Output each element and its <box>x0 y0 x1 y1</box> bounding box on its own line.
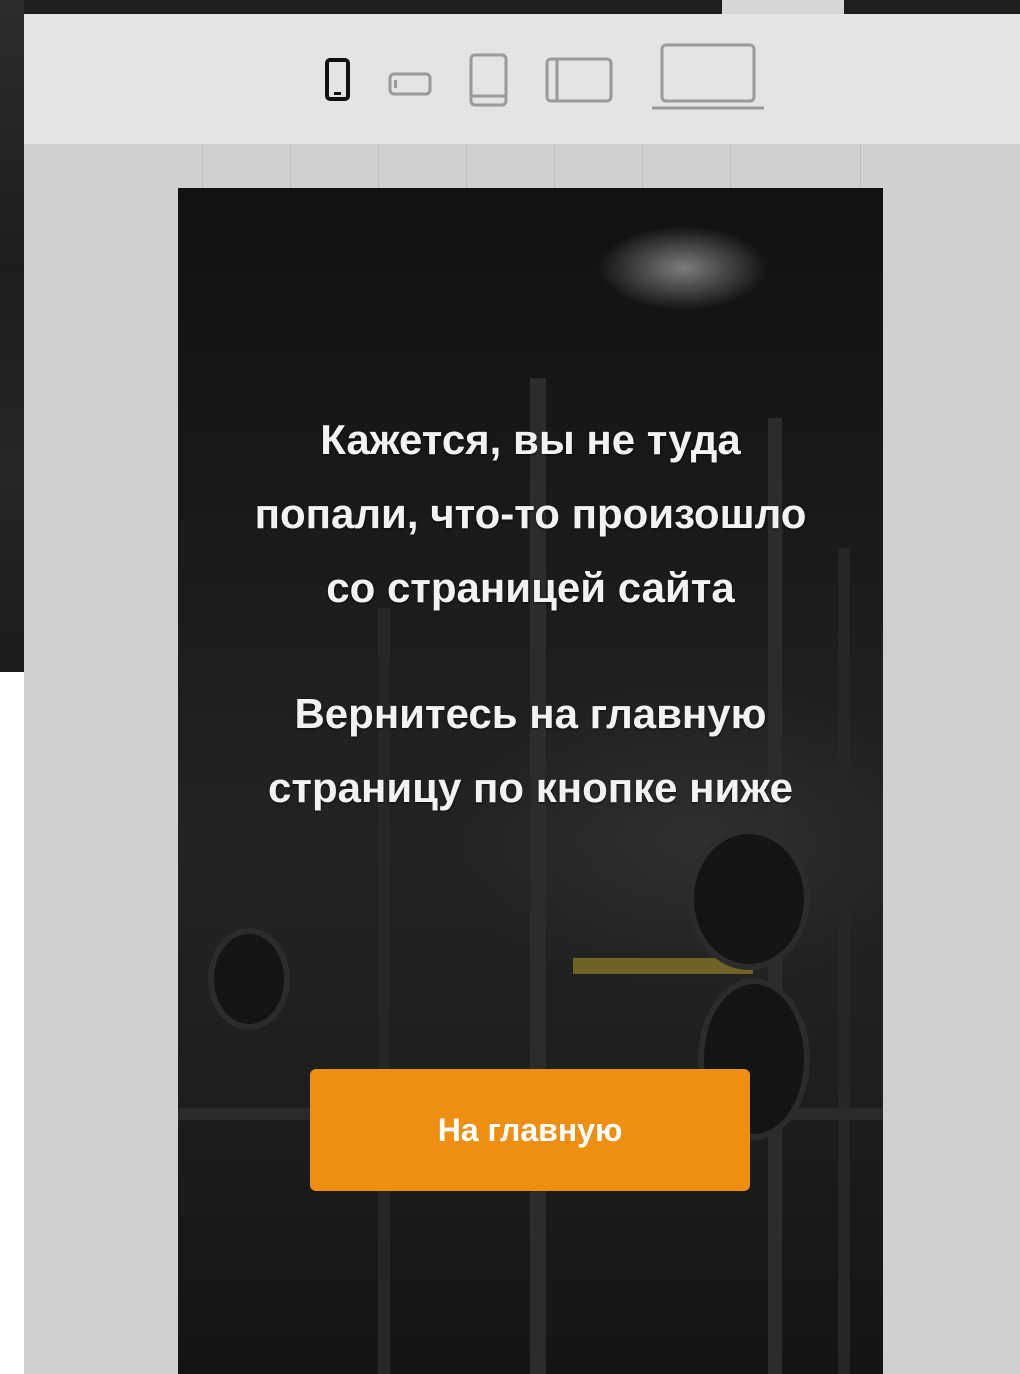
editor-frame: Кажется, вы не туда попали, что-то произ… <box>24 14 1020 1374</box>
tablet-portrait-device-button[interactable] <box>468 52 510 108</box>
tablet-landscape-icon <box>545 57 613 103</box>
phone-landscape-icon <box>388 72 432 96</box>
hint-line: Вернитесь на главную <box>294 690 767 737</box>
error-message-line: со страницей сайта <box>326 564 735 611</box>
tablet-portrait-icon <box>469 53 508 107</box>
background-photo-top <box>0 0 1020 14</box>
phone-landscape-device-button[interactable] <box>388 70 432 98</box>
background-highlight <box>722 0 844 14</box>
background-panel <box>0 672 24 1374</box>
background-photo-left <box>0 0 24 672</box>
device-toolbar <box>24 14 1020 144</box>
error-message: Кажется, вы не туда попали, что-то произ… <box>208 403 853 825</box>
phone-portrait-device-button[interactable] <box>324 58 352 102</box>
mobile-page-preview: Кажется, вы не туда попали, что-то произ… <box>178 188 883 1374</box>
weight-plate <box>688 828 810 970</box>
laptop-icon <box>652 43 764 110</box>
weight-plate <box>208 928 290 1030</box>
desktop-device-button[interactable] <box>650 42 766 112</box>
error-message-line: Кажется, вы не туда <box>320 416 741 463</box>
go-home-button[interactable]: На главную <box>310 1069 750 1191</box>
tablet-landscape-device-button[interactable] <box>544 56 614 104</box>
phone-portrait-icon <box>325 58 350 101</box>
error-message-line: попали, что-то произошло <box>254 490 807 537</box>
hint-line: страницу по кнопке ниже <box>268 764 793 811</box>
